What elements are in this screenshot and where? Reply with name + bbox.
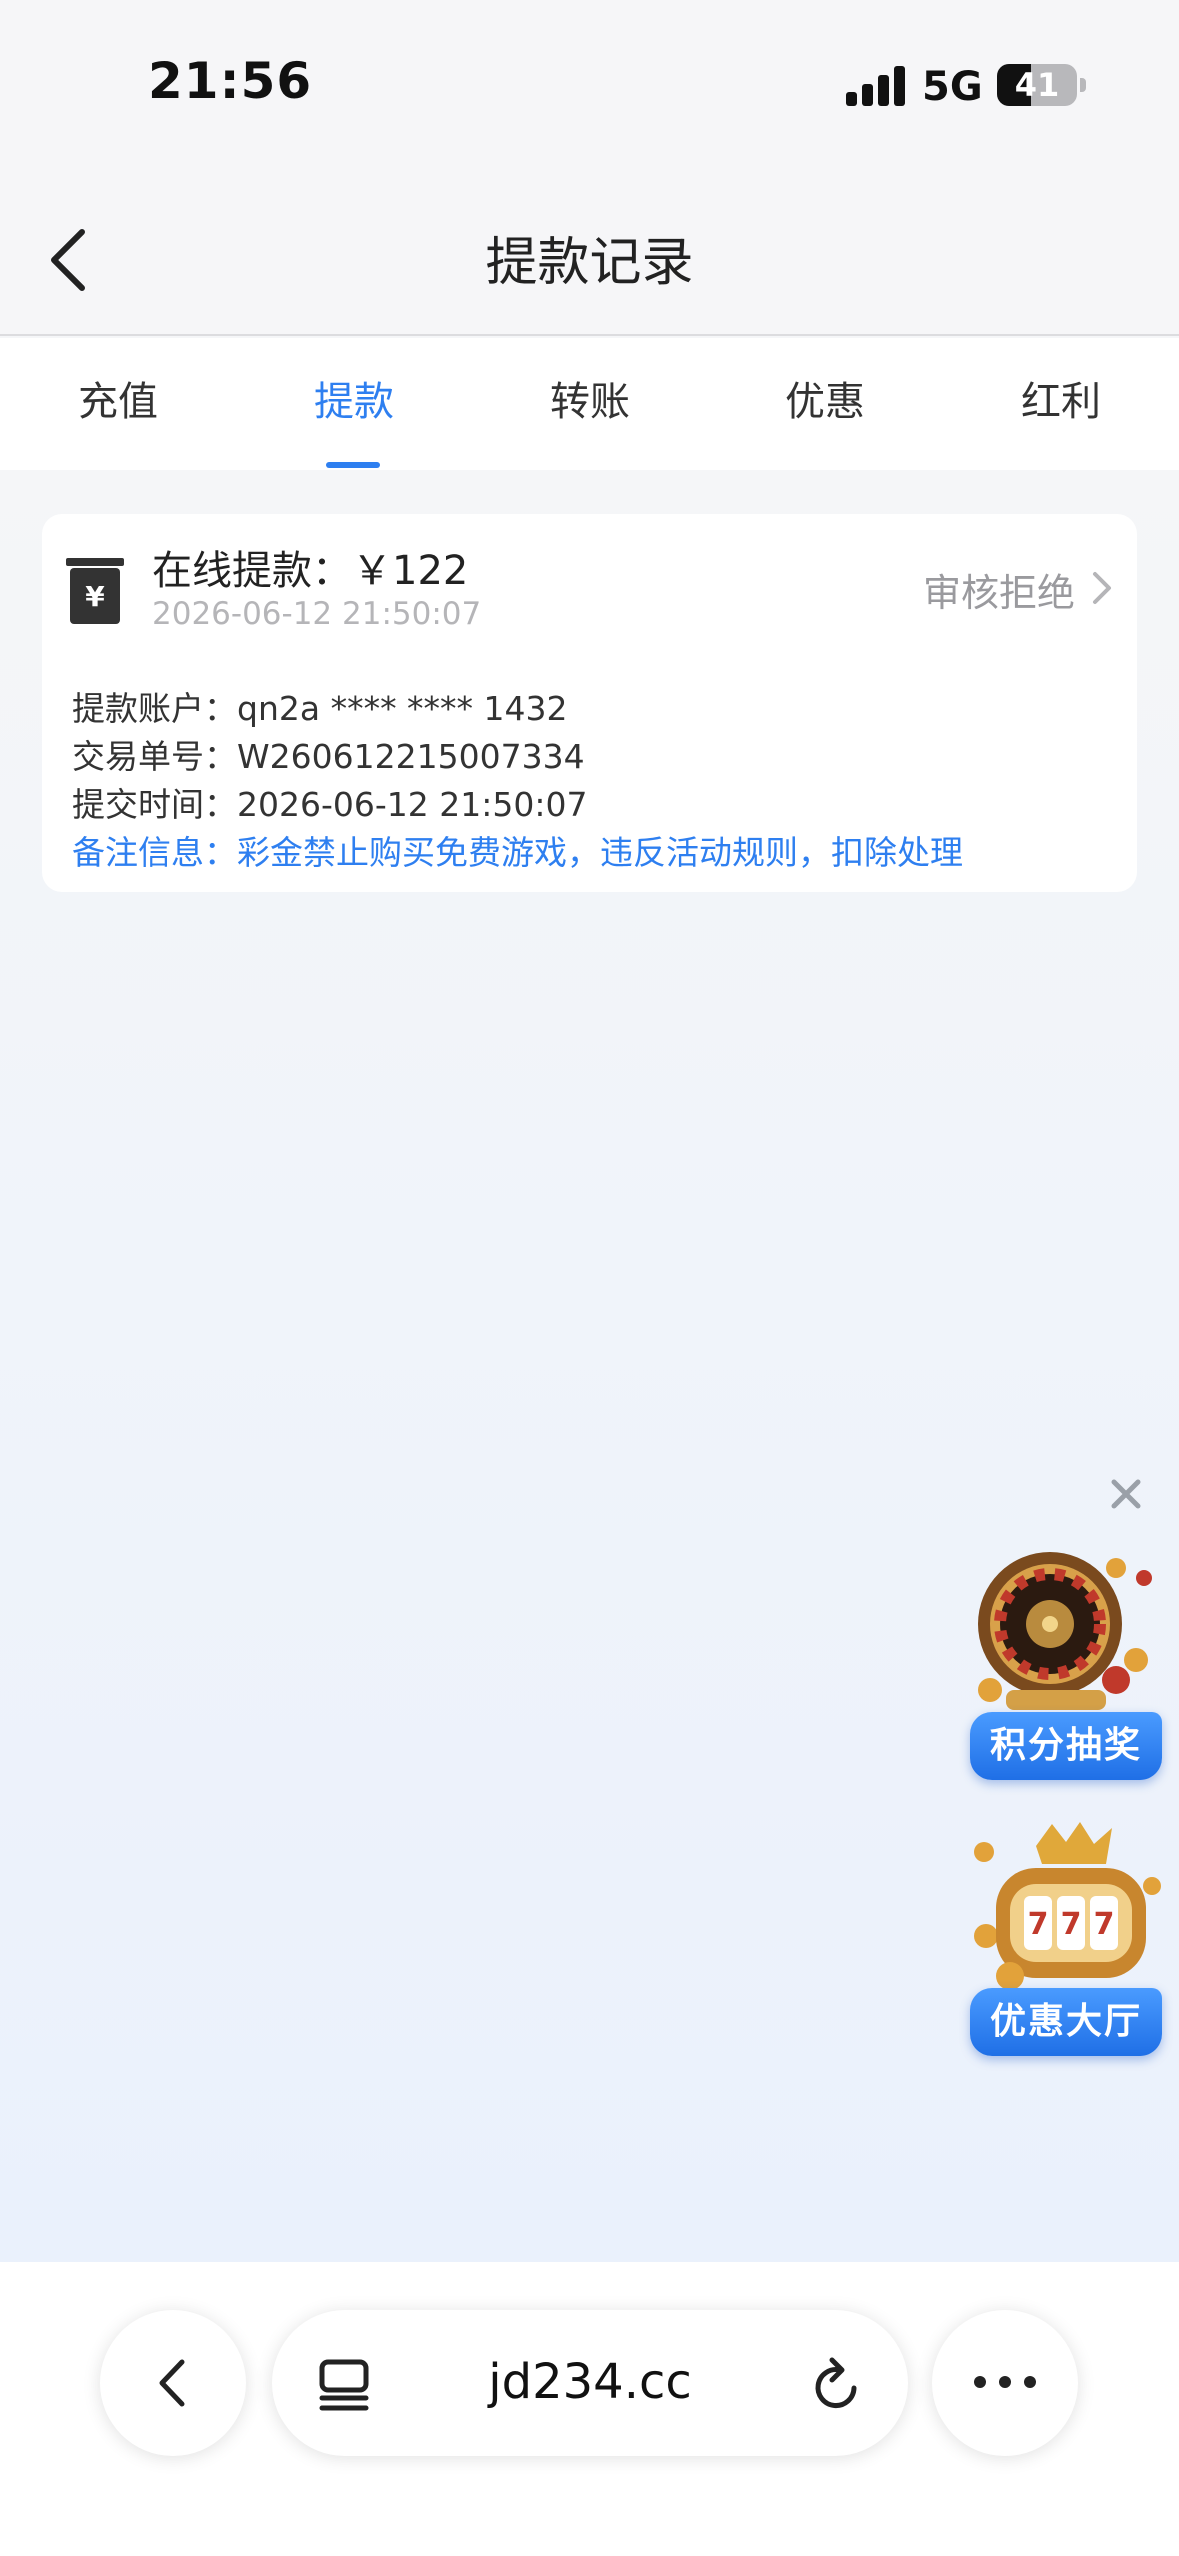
battery-level: 41 xyxy=(1014,66,1060,104)
detail-account: 提款账户：qn2a **** **** 1432 xyxy=(72,682,568,730)
tab-transfer[interactable]: 转账 xyxy=(472,338,708,470)
tab-active-indicator xyxy=(326,462,380,468)
close-icon[interactable] xyxy=(1106,1474,1146,1514)
note-value: 彩金禁止购买免费游戏，违反活动规则，扣除处理 xyxy=(237,833,963,872)
detail-value: qn2a **** **** 1432 xyxy=(237,689,568,728)
more-button[interactable] xyxy=(932,2310,1078,2456)
chevron-left-icon xyxy=(159,2359,185,2407)
status-time: 21:56 xyxy=(148,52,313,110)
page-title: 提款记录 xyxy=(485,233,694,293)
battery-cap xyxy=(1080,78,1086,92)
address-bar[interactable]: jd234.cc xyxy=(272,2310,908,2456)
roulette-icon xyxy=(978,1552,1152,1710)
detail-label: 提交时间： xyxy=(72,785,237,824)
detail-order-number: 交易单号：W260612215007334 xyxy=(72,730,585,778)
promo-label: 积分抽奖 xyxy=(970,1712,1162,1780)
receipt-icon: ¥ xyxy=(66,558,124,624)
detail-value: 2026-06-12 21:50:07 xyxy=(237,785,588,824)
tab-promotion[interactable]: 优惠 xyxy=(707,338,943,470)
promo-offers-hall[interactable]: 7 7 7 优惠大厅 xyxy=(966,1816,1166,2056)
page: 21:56 5G 41 提款记录 充值 提款 转账 优惠 红利 ¥ 在线提款：￥… xyxy=(0,0,1179,2556)
promo-label: 优惠大厅 xyxy=(970,1988,1162,2056)
tab-withdraw[interactable]: 提款 xyxy=(236,338,472,470)
signal-icon xyxy=(846,66,906,106)
tab-bonus[interactable]: 红利 xyxy=(943,338,1179,470)
nav-header: 提款记录 xyxy=(0,180,1179,336)
svg-text:7: 7 xyxy=(1061,1907,1082,1942)
svg-text:7: 7 xyxy=(1094,1907,1115,1942)
reload-icon[interactable] xyxy=(810,2354,866,2414)
record-date: 2026-06-12 21:50:07 xyxy=(152,596,482,632)
detail-label: 提款账户： xyxy=(72,689,237,728)
browser-toolbar: jd234.cc xyxy=(0,2262,1179,2556)
browser-back-button[interactable] xyxy=(100,2310,246,2456)
record-title: 在线提款：￥122 xyxy=(152,548,469,594)
promo-points-lottery[interactable]: 积分抽奖 xyxy=(966,1540,1166,1780)
svg-text:¥: ¥ xyxy=(85,580,105,613)
detail-value: W260612215007334 xyxy=(237,737,585,776)
tab-deposit[interactable]: 充值 xyxy=(0,338,236,470)
status-badge: 审核拒绝 xyxy=(922,571,1075,615)
chevron-right-icon xyxy=(1093,572,1111,604)
detail-note: 备注信息：彩金禁止购买免费游戏，违反活动规则，扣除处理 xyxy=(72,826,963,874)
withdrawal-record-card[interactable]: ¥ 在线提款：￥122 2026-06-12 21:50:07 审核拒绝 提款账… xyxy=(42,514,1137,892)
svg-text:7: 7 xyxy=(1028,1907,1049,1942)
slot-machine-icon: 7 7 7 xyxy=(974,1822,1161,1990)
detail-submit-time: 提交时间：2026-06-12 21:50:07 xyxy=(72,778,587,826)
battery-icon: 41 xyxy=(997,64,1077,106)
status-bar: 21:56 5G 41 xyxy=(0,0,1179,180)
tab-bar: 充值 提款 转账 优惠 红利 xyxy=(0,338,1179,470)
network-label: 5G xyxy=(922,64,983,110)
note-label: 备注信息： xyxy=(72,833,237,872)
detail-label: 交易单号： xyxy=(72,737,237,776)
more-icon xyxy=(974,2376,1036,2388)
